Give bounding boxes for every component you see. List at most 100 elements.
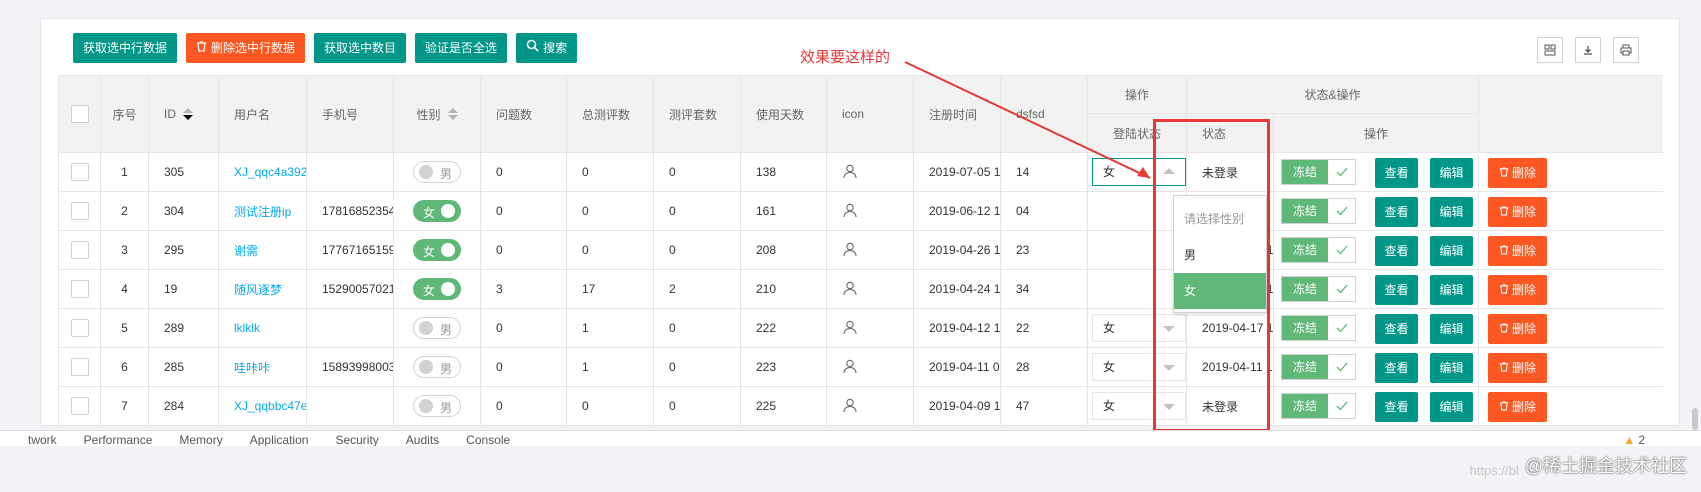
dropdown-option[interactable]: 女	[1174, 273, 1266, 309]
trash-icon	[1499, 322, 1512, 336]
print-icon[interactable]	[1613, 37, 1639, 63]
devtools-tab[interactable]: Application	[250, 433, 309, 446]
view-button[interactable]: 查看	[1375, 392, 1418, 422]
cell-reg_time: 2019-04-12 19:31:22	[914, 309, 1001, 348]
user-icon	[842, 397, 858, 416]
view-button[interactable]: 查看	[1375, 353, 1418, 383]
watermark-url: https://bl	[1469, 463, 1519, 478]
edit-button[interactable]: 编辑	[1430, 236, 1473, 266]
row-checkbox[interactable]	[70, 163, 89, 181]
row-checkbox[interactable]	[70, 319, 89, 337]
row-checkbox[interactable]	[70, 397, 89, 415]
username-link[interactable]: 哇咔咔	[219, 359, 270, 376]
search-button[interactable]: 搜索	[516, 33, 578, 63]
devtools-tab[interactable]: Memory	[179, 433, 222, 446]
switch-knob	[419, 399, 433, 413]
screenshot-stage: 获取选中行数据 删除选中行数据 获取选中数目 验证是否全选 搜索 序号 ID 用户名…	[0, 0, 1701, 492]
sort-icon[interactable]	[183, 108, 193, 120]
cell-total_reviews: 0	[567, 153, 654, 192]
page-scrollbar[interactable]	[1692, 408, 1698, 430]
edit-button[interactable]: 编辑	[1430, 314, 1473, 344]
dropdown-option[interactable]: 男	[1174, 237, 1266, 273]
cell-total_reviews: 0	[567, 192, 654, 231]
gender-switch[interactable]: 女	[413, 200, 461, 222]
export-icon[interactable]	[1575, 37, 1601, 63]
devtools-tab[interactable]: Security	[335, 433, 378, 446]
sort-asc-icon[interactable]	[183, 108, 193, 113]
username-link[interactable]: 随风逐梦	[219, 281, 282, 298]
table-row: 2 304 测试注册ip 17816852354 女 0 0 0 161 2019-06-12 1…	[59, 192, 1663, 231]
cell-chk	[59, 153, 101, 192]
gender-switch[interactable]: 女	[413, 239, 461, 261]
view-button[interactable]: 查看	[1375, 236, 1418, 266]
freeze-toggle[interactable]: 冻结	[1281, 276, 1356, 302]
questions-value: 0	[496, 204, 503, 218]
row-checkbox[interactable]	[70, 358, 89, 376]
edit-button[interactable]: 编辑	[1430, 158, 1473, 188]
sort-icon[interactable]	[447, 108, 458, 120]
view-button[interactable]: 查看	[1375, 158, 1418, 188]
review-sets-value: 0	[669, 243, 676, 257]
devtools-bar: twork Performance Memory Application Securit…	[0, 430, 1701, 446]
edit-button[interactable]: 编辑	[1430, 197, 1473, 227]
cell-seq: 4	[101, 270, 149, 309]
cell-phone	[307, 309, 394, 348]
cell-dsfsd: 23	[1001, 231, 1088, 270]
delete-button[interactable]: 删除	[1488, 353, 1547, 383]
username-link[interactable]: 谢需	[219, 242, 258, 259]
edit-button[interactable]: 编辑	[1430, 353, 1473, 383]
view-button[interactable]: 查看	[1375, 314, 1418, 344]
delete-button[interactable]: 删除	[1488, 392, 1547, 422]
view-button[interactable]: 查看	[1375, 275, 1418, 305]
total-reviews-value: 17	[582, 282, 596, 296]
gender-switch[interactable]: 男	[413, 317, 461, 339]
gender-switch[interactable]: 男	[413, 356, 461, 378]
sort-asc-icon[interactable]	[447, 108, 458, 113]
cell-username: 随风逐梦	[219, 270, 307, 309]
row-checkbox[interactable]	[70, 241, 89, 259]
get-selected-count-button[interactable]: 获取选中数目	[314, 33, 407, 63]
devtools-warnings[interactable]: ▲ 2	[1623, 433, 1645, 446]
row-checkbox[interactable]	[70, 280, 89, 298]
cell-dsfsd: 34	[1001, 270, 1088, 309]
devtools-tab[interactable]: Audits	[406, 433, 439, 446]
gender-switch[interactable]: 男	[413, 395, 461, 417]
header-cell	[59, 76, 101, 153]
delete-button[interactable]: 删除	[1488, 314, 1547, 344]
delete-selected-rows-button[interactable]: 删除选中行数据	[186, 33, 306, 63]
get-selected-rows-button[interactable]: 获取选中行数据	[73, 33, 178, 63]
delete-button[interactable]: 删除	[1488, 275, 1547, 305]
sort-desc-icon[interactable]	[447, 115, 458, 120]
view-button[interactable]: 查看	[1375, 197, 1418, 227]
questions-value: 0	[496, 399, 503, 413]
edit-button[interactable]: 编辑	[1430, 275, 1473, 305]
sort-desc-icon[interactable]	[183, 115, 193, 120]
edit-button[interactable]: 编辑	[1430, 392, 1473, 422]
freeze-toggle[interactable]: 冻结	[1281, 393, 1356, 419]
username-link[interactable]: XJ_qqbbc47e5a5d71	[219, 399, 306, 413]
row-checkbox[interactable]	[70, 202, 89, 220]
columns-filter-icon[interactable]	[1537, 37, 1563, 63]
delete-button[interactable]: 删除	[1488, 236, 1547, 266]
select-all-checkbox[interactable]	[70, 105, 89, 123]
freeze-toggle[interactable]: 冻结	[1281, 237, 1356, 263]
gender-switch[interactable]: 男	[413, 161, 461, 183]
gender-switch[interactable]: 女	[413, 278, 461, 300]
freeze-toggle[interactable]: 冻结	[1281, 198, 1356, 224]
devtools-tab[interactable]: Performance	[84, 433, 153, 446]
freeze-toggle[interactable]: 冻结	[1281, 159, 1356, 185]
username-link[interactable]: XJ_qqc4a392fb64d6	[219, 165, 306, 179]
devtools-tab[interactable]: Console	[466, 433, 510, 446]
freeze-toggle[interactable]: 冻结	[1281, 315, 1356, 341]
freeze-toggle[interactable]: 冻结	[1281, 354, 1356, 380]
username-link[interactable]: lklklk	[219, 321, 260, 335]
delete-button[interactable]: 删除	[1488, 158, 1547, 188]
table-row: 4 19 随风逐梦 15290057021 女 3 17 2 210 2019-04-24 16:…	[59, 270, 1663, 309]
total-reviews-value: 1	[582, 360, 589, 374]
delete-button[interactable]: 删除	[1488, 197, 1547, 227]
days-used-value: 225	[756, 399, 777, 413]
check-all-selected-button[interactable]: 验证是否全选	[415, 33, 508, 63]
devtools-tab[interactable]: twork	[28, 433, 57, 446]
cell-questions: 0	[481, 348, 567, 387]
username-link[interactable]: 测试注册ip	[219, 203, 291, 220]
